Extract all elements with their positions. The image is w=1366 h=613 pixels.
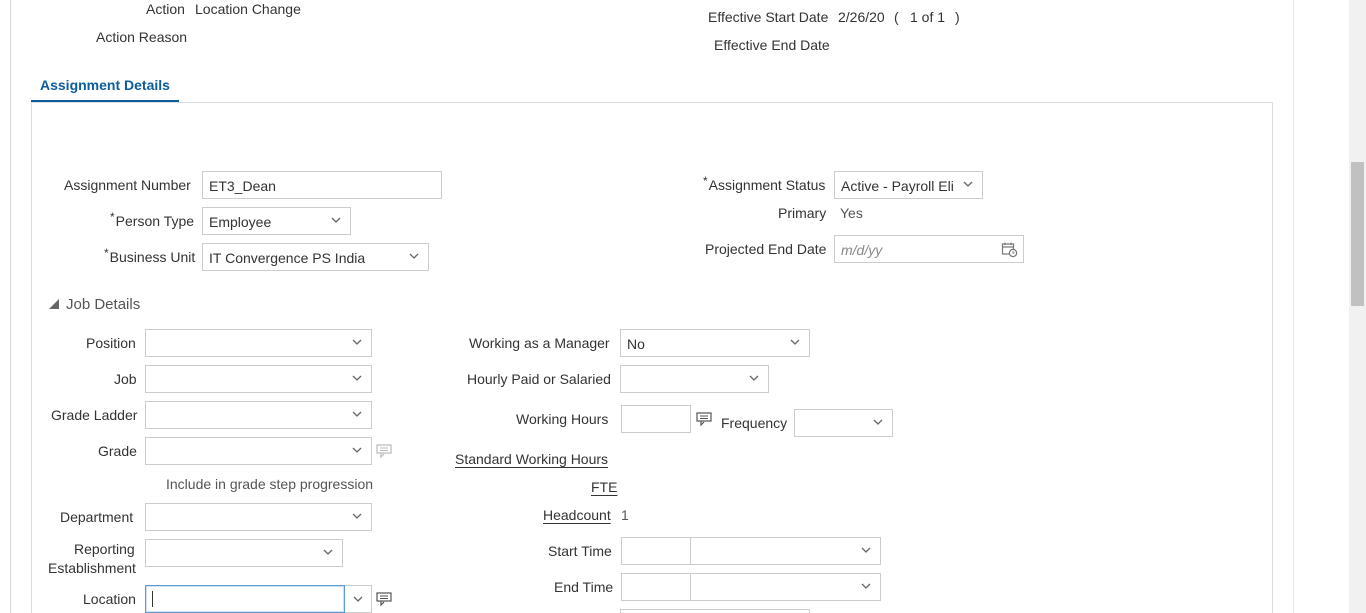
chevron-down-icon (330, 214, 342, 226)
job-select[interactable] (145, 365, 372, 393)
department-select[interactable] (145, 503, 372, 531)
frequency-select[interactable] (794, 409, 893, 437)
job-details-section-title[interactable]: Job Details (66, 296, 140, 313)
page-frame-left (10, 0, 11, 613)
assignment-status-select[interactable]: Active - Payroll Eli (834, 171, 983, 199)
chevron-down-icon (352, 593, 364, 605)
person-type-value: Employee (209, 214, 272, 230)
frequency-label: Frequency (721, 415, 788, 431)
chevron-down-icon (962, 178, 974, 190)
standard-working-hours-label[interactable]: Standard Working Hours (455, 451, 608, 467)
fte-label[interactable]: FTE (591, 479, 617, 495)
working-hours-input[interactable] (621, 405, 691, 433)
effective-start-value: 2/26/20 (838, 9, 885, 25)
record-position: 1 of 1 (910, 9, 946, 25)
assignment-status-label: *Assignment Status (703, 174, 826, 193)
effective-end-label: Effective End Date (714, 37, 830, 53)
chevron-down-icon (351, 408, 363, 420)
effective-start-label: Effective Start Date (708, 9, 829, 25)
working-as-manager-label: Working as a Manager (469, 335, 610, 351)
start-time-label: Start Time (548, 543, 612, 559)
text-cursor (152, 591, 153, 607)
start-time-period-select[interactable] (691, 537, 881, 565)
hourly-paid-label: Hourly Paid or Salaried (467, 371, 611, 387)
action-value: Location Change (195, 1, 301, 17)
include-grade-step-label: Include in grade step progression (166, 476, 374, 492)
required-indicator: * (703, 174, 708, 188)
projected-end-date-placeholder: m/d/yy (841, 242, 883, 258)
location-label: Location (83, 591, 136, 607)
hourly-paid-select[interactable] (620, 365, 769, 393)
end-time-period-select[interactable] (691, 573, 881, 601)
working-as-manager-value: No (627, 336, 645, 352)
end-time-input[interactable] (621, 573, 691, 601)
required-indicator: * (110, 210, 115, 224)
location-dropdown-button[interactable] (345, 585, 372, 613)
grade-ladder-select[interactable] (145, 401, 372, 429)
record-position-close: ) (955, 9, 960, 25)
headcount-label[interactable]: Headcount (543, 507, 611, 523)
chevron-down-icon (351, 510, 363, 522)
assignment-status-value: Active - Payroll Eli (841, 178, 954, 194)
assignment-status-label-text: Assignment Status (708, 177, 826, 193)
action-reason-label: Action Reason (96, 29, 188, 45)
page-frame-right (1293, 0, 1294, 613)
projected-end-date-label: Projected End Date (705, 241, 827, 257)
job-label: Job (114, 371, 137, 387)
chevron-down-icon (351, 444, 363, 456)
position-select[interactable] (145, 329, 372, 357)
primary-label: Primary (778, 205, 827, 221)
position-label: Position (86, 335, 136, 351)
tab-assignment-details[interactable]: Assignment Details (31, 72, 179, 103)
business-unit-value: IT Convergence PS India (209, 250, 366, 266)
scrollbar-thumb[interactable] (1351, 162, 1364, 306)
working-hours-label: Working Hours (516, 411, 609, 427)
chevron-down-icon (408, 250, 420, 262)
headcount-value: 1 (621, 507, 629, 523)
reporting-establishment-select[interactable] (145, 539, 343, 567)
details-list-icon[interactable] (376, 591, 393, 610)
action-label: Action (146, 1, 185, 17)
chevron-down-icon (860, 544, 872, 556)
location-input[interactable] (145, 585, 345, 613)
assignment-number-value: ET3_Dean (209, 178, 276, 194)
business-unit-label-text: Business Unit (109, 249, 196, 265)
details-list-icon[interactable] (376, 443, 393, 462)
person-type-label-text: Person Type (115, 213, 195, 229)
chevron-down-icon (351, 336, 363, 348)
grade-select[interactable] (145, 437, 372, 465)
person-type-select[interactable]: Employee (202, 207, 351, 235)
end-time-label: End Time (554, 579, 614, 595)
triangle-collapse-icon[interactable] (48, 297, 60, 313)
required-indicator: * (104, 246, 109, 260)
reporting-establishment-label-line1: Reporting (74, 541, 135, 557)
person-type-label: *Person Type (110, 210, 195, 229)
grade-ladder-label: Grade Ladder (51, 407, 138, 423)
working-as-manager-select[interactable]: No (620, 329, 810, 357)
chevron-down-icon (789, 336, 801, 348)
department-label: Department (60, 509, 134, 525)
grade-label: Grade (98, 443, 137, 459)
vertical-scrollbar[interactable] (1349, 0, 1366, 613)
chevron-down-icon (351, 372, 363, 384)
chevron-down-icon (872, 416, 884, 428)
next-field-partial[interactable] (620, 609, 810, 613)
chevron-down-icon (860, 580, 872, 592)
chevron-down-icon (322, 546, 334, 558)
reporting-establishment-label-line2: Establishment (48, 560, 136, 576)
business-unit-select[interactable]: IT Convergence PS India (202, 243, 429, 271)
business-unit-label: *Business Unit (104, 246, 196, 265)
calendar-icon[interactable] (1001, 241, 1018, 261)
record-position-open: ( (894, 9, 899, 25)
start-time-input[interactable] (621, 537, 691, 565)
details-list-icon[interactable] (696, 411, 713, 430)
primary-value: Yes (840, 205, 863, 221)
chevron-down-icon (748, 372, 760, 384)
assignment-number-label: Assignment Number (64, 177, 191, 193)
assignment-number-input[interactable]: ET3_Dean (202, 171, 442, 199)
projected-end-date-input[interactable]: m/d/yy (834, 235, 1024, 263)
